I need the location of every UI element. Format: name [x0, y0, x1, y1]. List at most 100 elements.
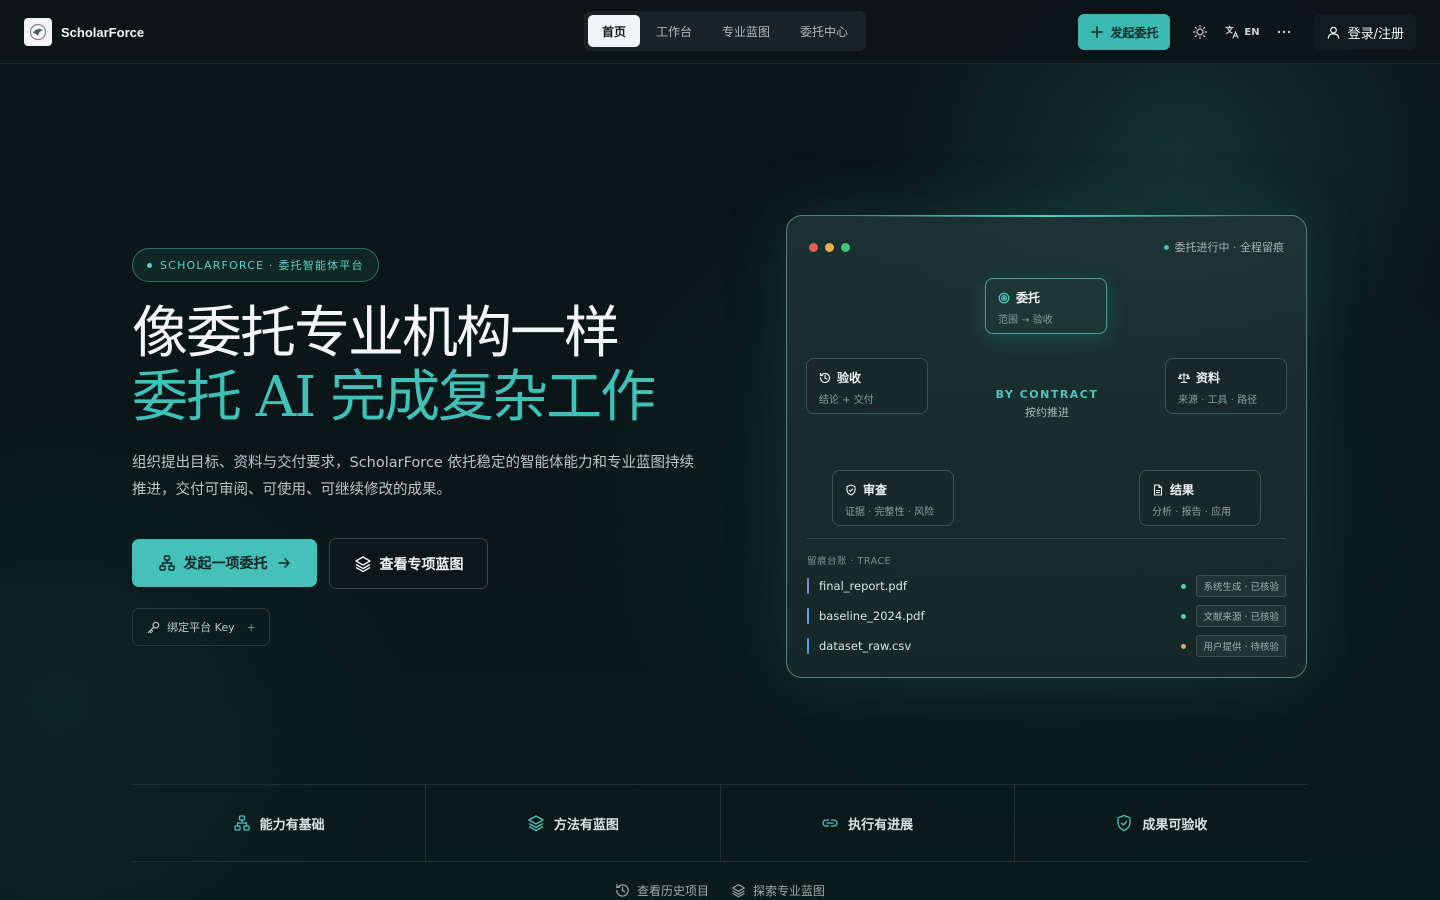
commission-flow-card: 委托进行中 · 全程留痕 委托 范围 → 验收 验收 结论 + 交付 资料 来源…: [786, 215, 1307, 678]
node-result[interactable]: 结果 分析 · 报告 · 应用: [1139, 470, 1261, 526]
file-status-tag: 用户提供 · 待核验: [1196, 635, 1286, 657]
document-icon: [1152, 483, 1164, 496]
feature-label: 能力有基础: [259, 817, 325, 833]
node-acceptance-title: 验收: [837, 371, 862, 385]
file-row[interactable]: baseline_2024.pdf 文献来源 · 已核验: [807, 605, 1286, 627]
feature-label: 方法有蓝图: [553, 817, 619, 833]
card-status: 委托进行中 · 全程留痕: [1163, 239, 1285, 255]
shield-check-icon: [845, 483, 857, 496]
close-dot-icon: [809, 243, 818, 252]
platform-badge: SCHOLARFORCE · 委托智能体平台: [132, 248, 379, 282]
file-color-bar: [807, 608, 809, 624]
feature-strip: 能力有基础 方法有蓝图 执行有进展 成果可验收: [132, 784, 1308, 862]
plus-icon: [1090, 25, 1104, 39]
node-result-title: 结果: [1170, 483, 1195, 497]
file-row[interactable]: final_report.pdf 系统生成 · 已核验: [807, 575, 1286, 597]
file-status-dot-icon: [1181, 583, 1187, 589]
file-color-bar: [807, 578, 809, 594]
node-review-title: 审查: [863, 483, 888, 497]
bottom-links: 查看历史项目 探索专业蓝图: [0, 882, 1440, 899]
main-nav: 首页 工作台 专业蓝图 委托中心: [584, 11, 867, 51]
layers-icon: [527, 814, 545, 832]
network-icon: [158, 554, 176, 572]
start-commission-label: 发起委托: [1110, 25, 1159, 40]
start-commission-primary-label: 发起一项委托: [183, 556, 268, 572]
nav-item-blueprints[interactable]: 专业蓝图: [708, 15, 784, 47]
node-review-sub: 证据 · 完整性 · 风险: [845, 507, 935, 518]
node-commission-title: 委托: [1016, 291, 1041, 305]
arrow-right-icon: [276, 555, 292, 571]
login-label: 登录/注册: [1347, 26, 1404, 42]
nav-item-home[interactable]: 首页: [588, 15, 641, 47]
nav-item-workspace[interactable]: 工作台: [642, 15, 706, 47]
trace-label: 留痕台账 · TRACE: [807, 556, 892, 567]
translate-icon: [1224, 24, 1240, 40]
file-status-dot-icon: [1181, 613, 1187, 619]
file-name: baseline_2024.pdf: [819, 609, 925, 623]
bind-platform-key-button[interactable]: 绑定平台 Key +: [132, 608, 270, 646]
history-icon: [615, 883, 630, 898]
target-icon: [998, 292, 1010, 304]
node-acceptance-sub: 结论 + 交付: [819, 395, 874, 406]
brand-logo-icon: [24, 18, 52, 46]
contract-center: BY CONTRACT 按约推进: [987, 388, 1107, 420]
history-icon: [819, 372, 831, 384]
node-materials-title: 资料: [1196, 371, 1221, 385]
file-color-bar: [807, 638, 809, 654]
file-name: dataset_raw.csv: [819, 639, 912, 653]
history-projects-label: 查看历史项目: [636, 884, 709, 898]
user-icon: [1326, 25, 1341, 40]
brand-name: ScholarForce: [61, 24, 145, 40]
nav-item-commission-center[interactable]: 委托中心: [786, 15, 862, 47]
status-dot-icon: [1163, 244, 1169, 250]
card-divider: [807, 538, 1286, 539]
layers-icon: [731, 883, 746, 898]
feature-acceptance: 成果可验收: [1015, 785, 1308, 861]
view-blueprints-button[interactable]: 查看专项蓝图: [329, 538, 488, 589]
file-row[interactable]: dataset_raw.csv 用户提供 · 待核验: [807, 635, 1286, 657]
top-header: ScholarForce 首页 工作台 专业蓝图 委托中心 发起委托 EN 登录…: [0, 0, 1440, 64]
badge-label: SCHOLARFORCE · 委托智能体平台: [160, 259, 364, 272]
login-button[interactable]: 登录/注册: [1313, 14, 1416, 50]
window-controls: [809, 243, 850, 252]
theme-toggle-button[interactable]: [1184, 16, 1216, 48]
brand[interactable]: ScholarForce: [24, 18, 144, 46]
network-icon: [233, 814, 251, 832]
card-top-highlight: [847, 215, 1246, 217]
file-status-tag: 文献来源 · 已核验: [1196, 605, 1286, 627]
link-icon: [821, 814, 839, 832]
feature-method: 方法有蓝图: [426, 785, 721, 861]
node-acceptance[interactable]: 验收 结论 + 交付: [806, 358, 928, 414]
node-materials-sub: 来源 · 工具 · 路径: [1178, 395, 1258, 406]
contract-sub: 按约推进: [1025, 406, 1069, 419]
explore-blueprints-label: 探索专业蓝图: [753, 884, 826, 898]
hero-title-line1: 像委托专业机构一样: [132, 301, 620, 366]
sun-icon: [1192, 24, 1208, 40]
history-projects-link[interactable]: 查看历史项目: [615, 882, 709, 899]
start-commission-button[interactable]: 发起委托: [1078, 14, 1171, 50]
feature-capability: 能力有基础: [132, 785, 427, 861]
card-status-label: 委托进行中 · 全程留痕: [1174, 241, 1285, 254]
language-switch[interactable]: EN: [1216, 16, 1267, 48]
bind-key-plus: +: [246, 620, 256, 634]
more-horizontal-icon: [1276, 24, 1292, 40]
start-commission-primary-button[interactable]: 发起一项委托: [132, 539, 317, 587]
shield-check-icon: [1115, 814, 1133, 832]
minimize-dot-icon: [825, 243, 834, 252]
node-materials[interactable]: 资料 来源 · 工具 · 路径: [1165, 358, 1287, 414]
layers-icon: [354, 555, 372, 573]
more-menu-button[interactable]: [1268, 16, 1300, 48]
node-commission[interactable]: 委托 范围 → 验收: [985, 278, 1107, 334]
explore-blueprints-link[interactable]: 探索专业蓝图: [731, 882, 825, 899]
feature-progress: 执行有进展: [721, 785, 1015, 861]
key-icon: [146, 620, 161, 635]
contract-title: BY CONTRACT: [995, 388, 1099, 401]
feature-label: 成果可验收: [1142, 817, 1208, 833]
node-review[interactable]: 审查 证据 · 完整性 · 风险: [832, 470, 954, 526]
file-status-tag: 系统生成 · 已核验: [1196, 575, 1286, 597]
feature-label: 执行有进展: [848, 817, 914, 833]
file-name: final_report.pdf: [819, 579, 907, 593]
header-actions: 发起委托 EN 登录/注册: [1078, 14, 1416, 50]
maximize-dot-icon: [841, 243, 850, 252]
node-commission-sub: 范围 → 验收: [998, 315, 1053, 326]
